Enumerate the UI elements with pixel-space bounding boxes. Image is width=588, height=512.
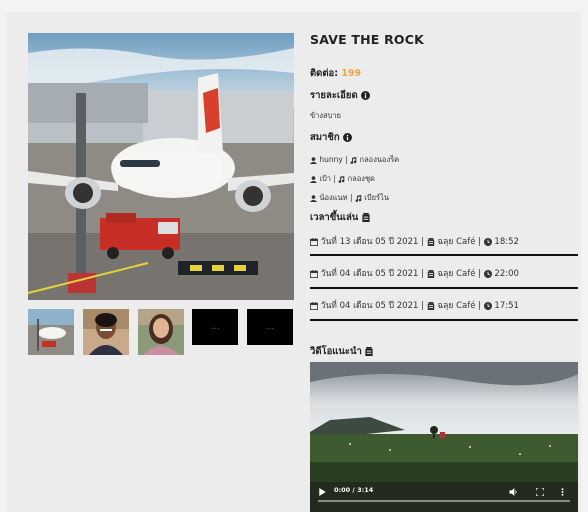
- fullscreen-icon[interactable]: [536, 488, 544, 496]
- calendar-icon: [310, 237, 318, 246]
- schedule-item-1: วันที่ 13 เดือน 05 ปี 2021 | ฉลุย Café |…: [310, 234, 519, 248]
- thumbnail-member-2-image: [138, 309, 184, 355]
- schedule-venue: ฉลุย Café: [437, 301, 476, 311]
- info-circle-icon: [342, 133, 352, 142]
- separator: |: [333, 174, 336, 183]
- separator: |: [478, 269, 482, 279]
- member-row-3: น้องแนท | เบียร์ไน: [310, 192, 389, 204]
- store-icon: [362, 213, 370, 222]
- schedule-date: วันที่ 04 เดือน 05 ปี 2021: [320, 301, 419, 311]
- music-note-icon: [338, 175, 345, 183]
- member-role: เบียร์ไน: [364, 193, 389, 202]
- video-heading: วิดีโอแนะนำ: [310, 344, 373, 359]
- photo-thumbnails: ... ...: [28, 309, 294, 355]
- member-name: น้องแนท: [319, 193, 348, 202]
- separator: |: [349, 193, 353, 202]
- user-icon: [310, 194, 317, 202]
- store-icon: [427, 237, 434, 246]
- clock-icon: [483, 301, 492, 310]
- separator: |: [421, 301, 424, 311]
- contact-row: ติดต่อ: 199: [310, 66, 361, 81]
- schedule-date: วันที่ 13 เดือน 05 ปี 2021: [320, 237, 419, 247]
- main-band-photo: [28, 33, 294, 300]
- detail-text: ข้างสบาย: [310, 111, 341, 120]
- schedule-divider: [310, 254, 578, 256]
- thumbnail-video-2[interactable]: ...: [247, 309, 293, 345]
- detail-heading: รายละเอียด: [310, 88, 370, 103]
- video-time: 0:00 / 3:14: [334, 486, 374, 494]
- thumbnail-member-1-image: [83, 309, 129, 355]
- schedule-time: 22:00: [494, 269, 519, 279]
- member-row-2: เป้า | กลองชุด: [310, 173, 375, 185]
- intro-video-player[interactable]: 0:00 / 3:14: [310, 362, 578, 512]
- schedule-heading: เวลาขึ้นเล่น: [310, 210, 370, 225]
- store-icon: [365, 347, 373, 356]
- schedule-divider: [310, 319, 578, 321]
- thumbnail-member-1[interactable]: [83, 309, 129, 355]
- user-icon: [310, 156, 317, 164]
- member-role: กลองนองร็ค: [359, 155, 400, 164]
- calendar-icon: [310, 269, 318, 278]
- play-icon[interactable]: [319, 488, 326, 496]
- schedule-venue: ฉลุย Café: [437, 237, 476, 247]
- music-note-icon: [355, 194, 362, 202]
- schedule-time: 18:52: [494, 237, 519, 247]
- separator: |: [421, 269, 424, 279]
- contact-value[interactable]: 199: [341, 68, 361, 79]
- thumbnail-airplane-image: [28, 309, 74, 355]
- separator: |: [478, 237, 482, 247]
- separator: |: [478, 301, 482, 311]
- members-heading: สมาชิก: [310, 130, 352, 145]
- clock-icon: [483, 237, 492, 246]
- schedule-venue: ฉลุย Café: [437, 269, 476, 279]
- schedule-date: วันที่ 04 เดือน 05 ปี 2021: [320, 269, 419, 279]
- member-role: กลองชุด: [347, 174, 375, 183]
- user-icon: [310, 175, 317, 183]
- schedule-label: เวลาขึ้นเล่น: [310, 212, 359, 223]
- video-progress-bar[interactable]: [318, 500, 570, 502]
- thumbnail-airplane[interactable]: [28, 309, 74, 355]
- thumbnail-video-1[interactable]: ...: [192, 309, 238, 345]
- member-name: hunny: [319, 155, 343, 164]
- thumbnail-video-1-label: ...: [210, 322, 220, 332]
- schedule-time: 17:51: [494, 301, 519, 311]
- volume-icon[interactable]: [509, 488, 518, 496]
- thumbnail-member-2[interactable]: [138, 309, 184, 355]
- more-vertical-icon[interactable]: [561, 488, 564, 496]
- airplane-photo: [28, 33, 294, 300]
- separator: |: [345, 155, 348, 164]
- thumbnail-video-2-label: ...: [265, 322, 275, 332]
- calendar-icon: [310, 301, 318, 310]
- schedule-item-3: วันที่ 04 เดือน 05 ปี 2021 | ฉลุย Café |…: [310, 298, 519, 312]
- schedule-item-2: วันที่ 04 เดือน 05 ปี 2021 | ฉลุย Café |…: [310, 266, 519, 280]
- separator: |: [421, 237, 424, 247]
- detail-label: รายละเอียด: [310, 90, 358, 101]
- video-controls: 0:00 / 3:14: [310, 484, 578, 512]
- schedule-divider: [310, 287, 578, 289]
- store-icon: [427, 301, 434, 310]
- contact-label: ติดต่อ:: [310, 68, 339, 79]
- member-row-1: hunny | กลองนองร็ค: [310, 154, 399, 166]
- music-note-icon: [350, 156, 357, 164]
- members-label: สมาชิก: [310, 132, 340, 143]
- band-title: SAVE THE ROCK: [310, 32, 424, 47]
- clock-icon: [483, 269, 492, 278]
- member-name: เป้า: [319, 174, 331, 183]
- info-circle-icon: [360, 91, 370, 100]
- store-icon: [427, 269, 434, 278]
- video-label: วิดีโอแนะนำ: [310, 346, 362, 357]
